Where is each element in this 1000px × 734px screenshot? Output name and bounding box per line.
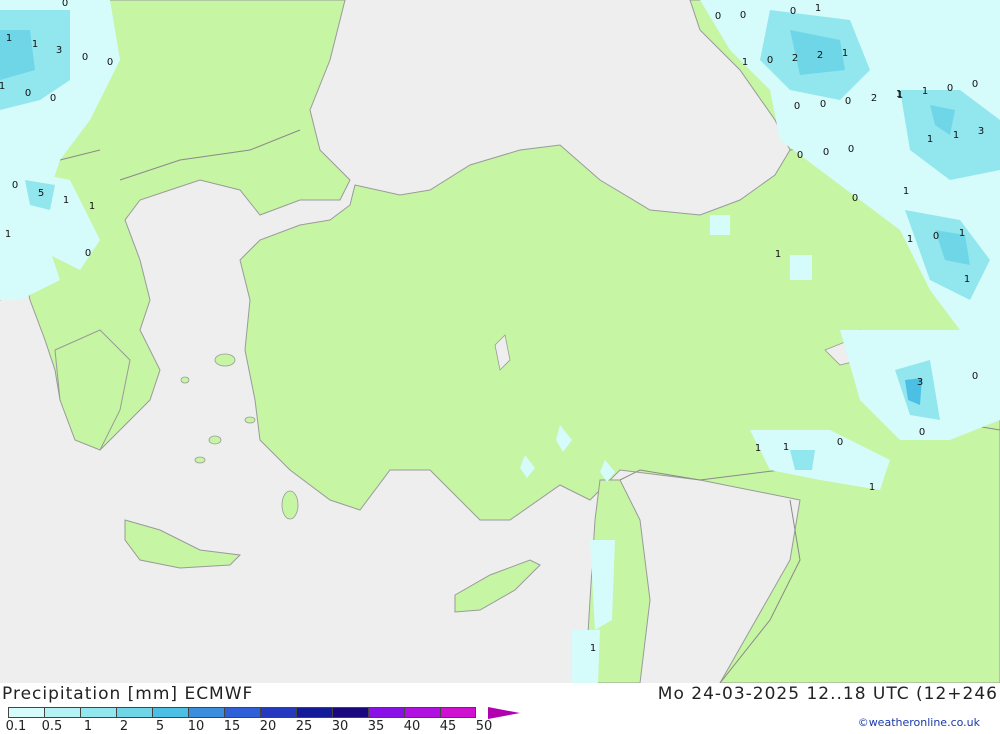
scale-tick-label: 30: [331, 719, 349, 734]
precip-value-label: 0: [919, 427, 925, 438]
precip-value-label: 0: [848, 144, 854, 155]
scale-tick-label: 50: [475, 719, 493, 734]
color-swatch: [44, 707, 80, 718]
precip-value-label: 1: [927, 134, 933, 145]
precip-value-label: 0: [62, 0, 68, 9]
precip-value-label: 1: [742, 57, 748, 68]
scale-tick-label: 2: [119, 719, 129, 734]
scale-tick-label: 10: [187, 719, 205, 734]
precip-value-label: 1: [5, 229, 11, 240]
precip-value-label: 0: [85, 248, 91, 259]
precip-value-label: 2: [871, 93, 877, 104]
color-swatch: [296, 707, 332, 718]
precip-value-label: 0: [823, 147, 829, 158]
precip-value-label: 0: [797, 150, 803, 161]
precip-value-label: 1: [783, 442, 789, 453]
precip-value-label: 0: [12, 180, 18, 191]
precip-value-label: 0: [947, 83, 953, 94]
precip-value-label: 1: [959, 228, 965, 239]
precip-value-label: 0: [852, 193, 858, 204]
precip-value-label: 0: [107, 57, 113, 68]
color-swatch: [188, 707, 224, 718]
precip-value-label: 2: [817, 50, 823, 61]
scale-tick-label: 15: [223, 719, 241, 734]
precip-value-label: 2: [792, 53, 798, 64]
precipitation-map: 0 1 1 3 0 0 1 0 0 0 5 1 1 0 1 0 0 0 1 1 0 2 2 1 0 0 0 2 1 1 0 0 1 1 3 0 0 0 1 0…: [0, 0, 1000, 683]
scale-tick-label: 45: [439, 719, 457, 734]
credit-link[interactable]: ©weatheronline.co.uk: [858, 716, 980, 729]
scale-tick-label: 20: [259, 719, 277, 734]
precip-value-label: 0: [790, 6, 796, 17]
color-swatch: [368, 707, 404, 718]
precip-value-label: 1: [903, 186, 909, 197]
precip-value-label: 5: [38, 188, 44, 199]
precip-value-label: 3: [978, 126, 984, 137]
precip-value-label: 1: [842, 48, 848, 59]
precip-value-label: 1: [755, 443, 761, 454]
color-scale-arrow: [488, 707, 520, 719]
precip-value-label: 0: [972, 371, 978, 382]
color-swatch: [260, 707, 296, 718]
color-swatch: [440, 707, 476, 718]
color-swatch: [152, 707, 188, 718]
precip-value-label: 0: [933, 231, 939, 242]
precip-value-label: 0: [837, 437, 843, 448]
color-swatch: [224, 707, 260, 718]
precip-value-label: 0: [820, 99, 826, 110]
precip-value-label: 0: [82, 52, 88, 63]
precip-value-label: 1: [964, 274, 970, 285]
precip-value-label: 3: [56, 45, 62, 56]
precip-value-label: 1: [922, 86, 928, 97]
color-scale: [8, 707, 476, 719]
color-swatch: [332, 707, 368, 718]
precip-value-label: 1: [897, 90, 903, 101]
color-swatch: [116, 707, 152, 718]
precip-value-label: 1: [907, 234, 913, 245]
scale-tick-label: 0.5: [41, 719, 63, 734]
precip-value-label: 0: [767, 55, 773, 66]
color-swatch: [404, 707, 440, 718]
precip-value-label: 1: [815, 3, 821, 14]
precip-value-label: 0: [25, 88, 31, 99]
scale-tick-label: 1: [83, 719, 93, 734]
map-title: Precipitation [mm] ECMWF: [2, 684, 254, 704]
precip-value-label: 0: [972, 79, 978, 90]
precip-value-label: 3: [917, 377, 923, 388]
precip-value-label: 0: [740, 10, 746, 21]
precip-value-label: 1: [869, 482, 875, 493]
scale-tick-label: 40: [403, 719, 421, 734]
scale-tick-label: 25: [295, 719, 313, 734]
precip-value-label: 1: [953, 130, 959, 141]
color-swatch: [80, 707, 116, 718]
precip-value-label: 1: [63, 195, 69, 206]
precip-value-label: 0: [715, 11, 721, 22]
scale-tick-label: 0.1: [5, 719, 27, 734]
precip-value-label: 1: [89, 201, 95, 212]
precip-value-label: 1: [0, 81, 5, 92]
precip-value-label: 1: [6, 33, 12, 44]
precip-value-label: 1: [590, 643, 596, 654]
precip-value-label: 0: [50, 93, 56, 104]
valid-time: Mo 24-03-2025 12..18 UTC (12+246: [657, 684, 998, 704]
color-swatch: [8, 707, 44, 718]
precip-value-label: 0: [845, 96, 851, 107]
precip-value-label: 1: [32, 39, 38, 50]
scale-tick-label: 5: [155, 719, 165, 734]
scale-tick-label: 35: [367, 719, 385, 734]
precip-value-label: 0: [794, 101, 800, 112]
precip-value-label: 1: [775, 249, 781, 260]
